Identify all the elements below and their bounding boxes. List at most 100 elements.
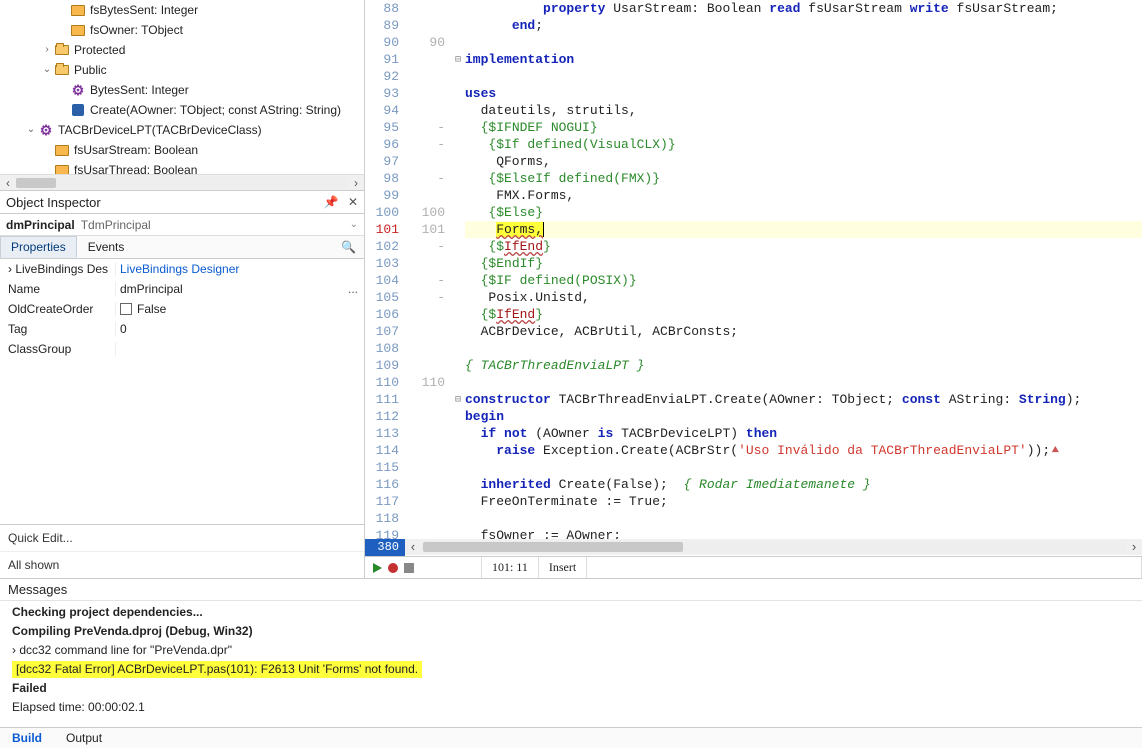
tree-item[interactable]: fsBytesSent: Integer — [0, 0, 364, 20]
editor-hscrollbar[interactable]: ‹ › — [405, 539, 1142, 555]
property-row[interactable]: › LiveBindings DesLiveBindings Designer — [0, 259, 364, 279]
fold-icon[interactable] — [451, 85, 465, 102]
fold-icon[interactable] — [451, 0, 465, 17]
message-row[interactable]: Elapsed time: 00:00:02.1 — [0, 698, 1142, 717]
property-grid[interactable]: › LiveBindings DesLiveBindings Designer … — [0, 259, 364, 359]
fold-icon[interactable] — [451, 102, 465, 119]
scroll-thumb[interactable] — [16, 178, 56, 188]
cursor-position: 101: 11 — [482, 557, 539, 578]
tab-events[interactable]: Events — [77, 236, 136, 258]
macro-play-icon[interactable] — [373, 563, 382, 573]
code-editor[interactable]: 8889909192939495969798991001011021031041… — [365, 0, 1142, 578]
close-icon[interactable]: ✕ — [348, 195, 358, 209]
property-name: Name — [0, 282, 116, 296]
scroll-right-icon[interactable]: › — [348, 176, 364, 190]
fold-icon[interactable] — [451, 425, 465, 442]
tab-properties[interactable]: Properties — [0, 236, 77, 258]
message-row[interactable]: [dcc32 Fatal Error] ACBrDeviceLPT.pas(10… — [12, 661, 422, 678]
scroll-left-icon[interactable]: ‹ — [405, 540, 421, 555]
tree-hscrollbar[interactable]: ‹ › — [0, 174, 364, 190]
tree-item[interactable]: ›Protected — [0, 40, 364, 60]
property-row[interactable]: NamedmPrincipal... — [0, 279, 364, 299]
fold-icon[interactable] — [451, 374, 465, 391]
macro-stop-icon[interactable] — [404, 563, 414, 573]
ellipsis-button[interactable]: ... — [348, 282, 358, 296]
tab-output[interactable]: Output — [54, 728, 114, 748]
message-row[interactable]: Compiling PreVenda.dproj (Debug, Win32) — [0, 622, 1142, 641]
fold-icon[interactable] — [451, 204, 465, 221]
tree-item-label: Create(AOwner: TObject; const AString: S… — [90, 100, 341, 120]
tree-item[interactable]: Create(AOwner: TObject; const AString: S… — [0, 100, 364, 120]
pin-icon[interactable]: 📌 — [324, 195, 339, 209]
line-number-gutter: 8889909192939495969798991001011021031041… — [365, 0, 405, 539]
fold-icon[interactable] — [451, 272, 465, 289]
property-row[interactable]: OldCreateOrderFalse — [0, 299, 364, 319]
property-name: › LiveBindings Des — [0, 262, 116, 276]
property-name: OldCreateOrder — [0, 302, 116, 316]
code-content[interactable]: property UsarStream: Boolean read fsUsar… — [465, 0, 1142, 539]
scroll-right-icon[interactable]: › — [1126, 540, 1142, 555]
search-icon[interactable]: 🔍 — [333, 240, 364, 254]
fold-icon[interactable] — [451, 153, 465, 170]
fold-icon[interactable] — [451, 510, 465, 527]
field-icon — [70, 2, 86, 18]
fold-icon[interactable] — [451, 119, 465, 136]
fold-icon[interactable] — [451, 17, 465, 34]
tree-item[interactable]: fsOwner: TObject — [0, 20, 364, 40]
method-icon: ⚙ — [70, 82, 86, 98]
scroll-thumb[interactable] — [423, 542, 683, 552]
message-row[interactable]: › dcc32 command line for "PreVenda.dpr" — [0, 641, 1142, 660]
expand-icon[interactable]: ⌄ — [40, 60, 54, 80]
fold-icon[interactable] — [451, 357, 465, 374]
checkbox-icon[interactable] — [120, 303, 132, 315]
scroll-left-icon[interactable]: ‹ — [0, 176, 16, 190]
message-row[interactable]: Failed — [0, 679, 1142, 698]
messages-title: Messages — [0, 579, 1142, 601]
property-value[interactable]: 0 — [116, 322, 364, 336]
fold-icon[interactable] — [451, 34, 465, 51]
property-row[interactable]: Tag0 — [0, 319, 364, 339]
fold-icon[interactable] — [451, 221, 465, 238]
property-value[interactable]: False — [116, 302, 364, 316]
property-value[interactable]: dmPrincipal... — [116, 282, 364, 296]
property-value[interactable]: LiveBindings Designer — [116, 262, 364, 276]
fold-icon[interactable] — [451, 306, 465, 323]
fold-icon[interactable]: ⊟ — [451, 391, 465, 408]
quick-edit-link[interactable]: Quick Edit... — [0, 524, 364, 551]
fold-icon[interactable] — [451, 170, 465, 187]
tree-item[interactable]: ⚙BytesSent: Integer — [0, 80, 364, 100]
message-row[interactable]: Checking project dependencies... — [0, 603, 1142, 622]
fold-icon[interactable] — [451, 527, 465, 539]
fold-icon[interactable]: ⊟ — [451, 51, 465, 68]
fold-icon[interactable] — [451, 323, 465, 340]
fold-icon[interactable] — [451, 136, 465, 153]
fold-gutter[interactable]: ⊟⊟ — [451, 0, 465, 539]
component-selector[interactable]: dmPrincipal TdmPrincipal ⌄ — [0, 214, 364, 236]
messages-list[interactable]: Checking project dependencies...Compilin… — [0, 601, 1142, 727]
fold-icon[interactable] — [451, 459, 465, 476]
fold-icon[interactable] — [451, 289, 465, 306]
tab-build[interactable]: Build — [0, 728, 54, 748]
field-icon — [70, 22, 86, 38]
structure-tree[interactable]: fsBytesSent: IntegerfsOwner: TObject›Pro… — [0, 0, 364, 180]
fold-icon[interactable] — [451, 340, 465, 357]
field-icon — [54, 142, 70, 158]
ctor-icon — [70, 102, 86, 118]
tree-item[interactable]: ⌄Public — [0, 60, 364, 80]
fold-icon[interactable] — [451, 187, 465, 204]
fold-icon[interactable] — [451, 68, 465, 85]
expand-icon[interactable]: ⌄ — [24, 120, 38, 140]
sync-gutter: 90---100101---110 — [405, 0, 451, 539]
expand-icon[interactable]: › — [40, 40, 54, 60]
fold-icon[interactable] — [451, 442, 465, 459]
property-row[interactable]: ClassGroup — [0, 339, 364, 359]
macro-record-icon[interactable] — [388, 563, 398, 573]
property-name: ClassGroup — [0, 342, 116, 356]
fold-icon[interactable] — [451, 238, 465, 255]
tree-item[interactable]: ⌄⚙TACBrDeviceLPT(TACBrDeviceClass) — [0, 120, 364, 140]
fold-icon[interactable] — [451, 408, 465, 425]
fold-icon[interactable] — [451, 476, 465, 493]
tree-item[interactable]: fsUsarStream: Boolean — [0, 140, 364, 160]
fold-icon[interactable] — [451, 493, 465, 510]
fold-icon[interactable] — [451, 255, 465, 272]
